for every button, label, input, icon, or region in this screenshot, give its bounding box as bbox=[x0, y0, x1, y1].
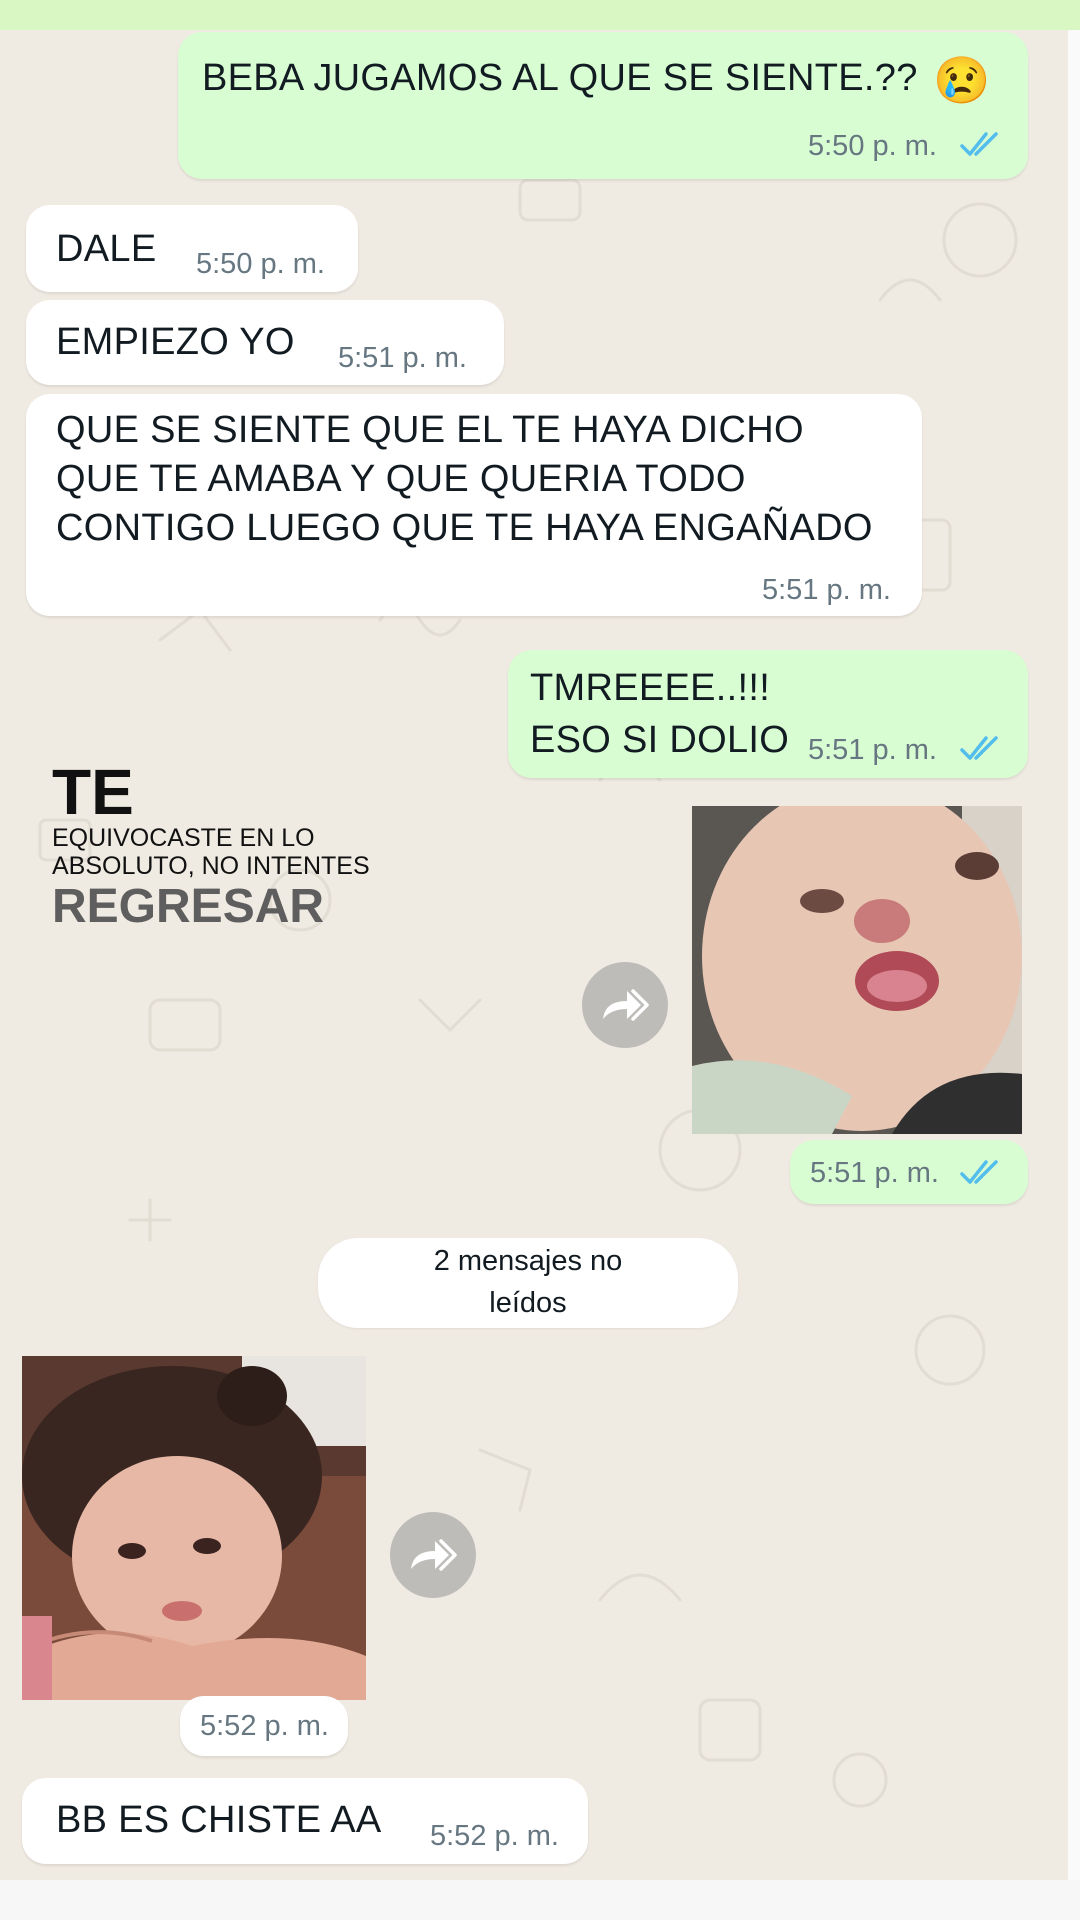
message-time: 5:50 p. m. bbox=[808, 130, 937, 162]
pouting-girl-image bbox=[22, 1356, 366, 1700]
crying-face-emoji-icon: 😢 bbox=[933, 54, 991, 106]
caption-line: EQUIVOCASTE EN LO bbox=[52, 824, 315, 852]
forward-icon bbox=[603, 989, 649, 1021]
sticker-caption: TE EQUIVOCASTE EN LO ABSOLUTO, NO INTENT… bbox=[52, 760, 392, 934]
bottom-edge bbox=[0, 1880, 1080, 1920]
message-incoming[interactable]: BB ES CHISTE AA 5:52 p. m. bbox=[22, 1778, 588, 1864]
forward-button[interactable] bbox=[390, 1512, 476, 1598]
double-check-icon bbox=[960, 736, 998, 760]
double-check-icon bbox=[960, 132, 998, 156]
caption-line-large: REGRESAR bbox=[52, 880, 325, 933]
message-time: 5:51 p. m. bbox=[808, 734, 937, 766]
sticker-image[interactable] bbox=[692, 806, 1022, 1134]
caption-line-large: TE bbox=[52, 756, 134, 828]
message-incoming[interactable]: DALE 5:50 p. m. bbox=[26, 205, 358, 292]
forward-button[interactable] bbox=[582, 962, 668, 1048]
message-time: 5:51 p. m. bbox=[762, 574, 891, 606]
top-bar-strip bbox=[0, 0, 1080, 30]
message-text: QUE SE SIENTE QUE EL TE HAYA DICHO QUE T… bbox=[56, 409, 873, 549]
message-incoming[interactable]: EMPIEZO YO 5:51 p. m. bbox=[26, 300, 504, 385]
crying-toddler-image bbox=[692, 806, 1022, 1134]
unread-messages-divider: 2 mensajes no leídos bbox=[318, 1238, 738, 1328]
message-incoming[interactable]: QUE SE SIENTE QUE EL TE HAYA DICHO QUE T… bbox=[26, 394, 922, 616]
message-time: 5:50 p. m. bbox=[196, 248, 325, 280]
message-outgoing[interactable]: BEBA JUGAMOS AL QUE SE SIENTE.?? 😢 5:50 … bbox=[178, 32, 1028, 179]
double-check-icon bbox=[960, 1160, 998, 1184]
message-text: BEBA JUGAMOS AL QUE SE SIENTE.?? bbox=[202, 57, 918, 99]
message-outgoing[interactable]: TMREEEE..!!! ESO SI DOLIO 5:51 p. m. bbox=[508, 650, 1028, 778]
forward-icon bbox=[411, 1539, 457, 1571]
sticker-time-pill: 5:52 p. m. bbox=[180, 1696, 348, 1756]
scroll-edge bbox=[1068, 30, 1080, 1890]
message-text: DALE bbox=[56, 228, 157, 270]
message-text: EMPIEZO YO bbox=[56, 321, 295, 363]
message-time: 5:51 p. m. bbox=[810, 1157, 939, 1189]
sticker-time-pill: 5:51 p. m. bbox=[790, 1140, 1028, 1204]
message-time: 5:52 p. m. bbox=[200, 1710, 329, 1742]
message-text: BB ES CHISTE AA bbox=[56, 1799, 382, 1841]
message-text: TMREEEE..!!! ESO SI DOLIO bbox=[530, 667, 790, 761]
sticker-image[interactable] bbox=[22, 1356, 366, 1700]
caption-line: ABSOLUTO, NO INTENTES bbox=[52, 852, 370, 880]
message-time: 5:51 p. m. bbox=[338, 342, 467, 374]
message-time: 5:52 p. m. bbox=[430, 1820, 559, 1852]
